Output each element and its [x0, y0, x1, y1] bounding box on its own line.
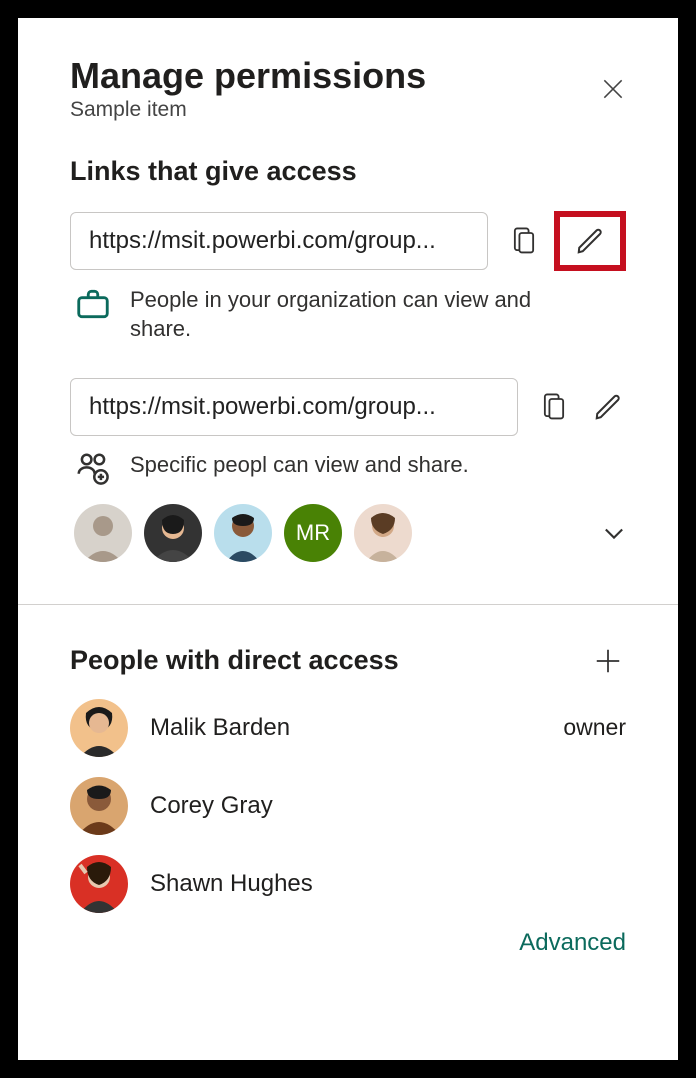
link-url-field[interactable]: https://msit.powerbi.com/group...: [70, 212, 488, 270]
expand-avatars-button[interactable]: [596, 515, 632, 551]
plus-icon: [593, 646, 623, 676]
link-url-field[interactable]: https://msit.powerbi.com/group...: [70, 378, 518, 436]
direct-access-title: People with direct access: [70, 645, 590, 676]
manage-permissions-panel: Manage permissions Sample item Links tha…: [18, 18, 678, 1060]
person-name: Corey Gray: [150, 792, 604, 820]
pencil-icon: [593, 392, 623, 422]
close-icon: [600, 76, 626, 102]
advanced-row: Advanced: [18, 923, 678, 977]
links-section-title: Links that give access: [18, 138, 678, 197]
panel-header: Manage permissions Sample item: [18, 18, 678, 138]
avatars-row: MR: [70, 488, 626, 586]
edit-link-button[interactable]: [590, 389, 626, 425]
person-row[interactable]: Malik Barden owner: [18, 689, 678, 767]
link-row: https://msit.powerbi.com/group...: [70, 211, 626, 271]
person-row[interactable]: Shawn Hughes: [18, 845, 678, 923]
link-item: https://msit.powerbi.com/group... People…: [18, 197, 678, 344]
copy-icon: [540, 391, 568, 423]
add-person-button[interactable]: [590, 643, 626, 679]
person-name: Malik Barden: [150, 714, 541, 742]
avatar: [70, 777, 128, 835]
avatar: [70, 699, 128, 757]
person-row[interactable]: Corey Gray: [18, 767, 678, 845]
avatar[interactable]: [74, 504, 132, 562]
header-text: Manage permissions Sample item: [70, 56, 596, 122]
link-description-text: People in your organization can view and…: [130, 285, 550, 344]
panel-subtitle: Sample item: [70, 98, 596, 122]
avatar[interactable]: [354, 504, 412, 562]
direct-access-header: People with direct access: [18, 605, 678, 689]
avatar[interactable]: [214, 504, 272, 562]
avatar: [70, 855, 128, 913]
edit-link-highlight: [554, 211, 626, 271]
person-role: owner: [563, 714, 626, 741]
briefcase-icon: [74, 285, 112, 323]
edit-link-button[interactable]: [575, 226, 605, 256]
copy-link-button[interactable]: [536, 389, 572, 425]
person-name: Shawn Hughes: [150, 870, 604, 898]
link-item: https://msit.powerbi.com/group... Specif…: [18, 344, 678, 586]
close-button[interactable]: [596, 72, 630, 106]
copy-icon: [510, 225, 538, 257]
copy-link-button[interactable]: [506, 223, 542, 259]
link-description-row: Specific peopl can view and share.: [70, 436, 626, 488]
specific-people-icon: [74, 450, 112, 488]
chevron-down-icon: [600, 519, 628, 547]
link-row: https://msit.powerbi.com/group...: [70, 378, 626, 436]
panel-title: Manage permissions: [70, 56, 596, 96]
avatar[interactable]: [144, 504, 202, 562]
link-description-text: Specific peopl can view and share.: [130, 450, 469, 480]
avatar-initials[interactable]: MR: [284, 504, 342, 562]
pencil-icon: [575, 226, 605, 256]
link-description-row: People in your organization can view and…: [70, 271, 626, 344]
advanced-link[interactable]: Advanced: [519, 929, 626, 956]
